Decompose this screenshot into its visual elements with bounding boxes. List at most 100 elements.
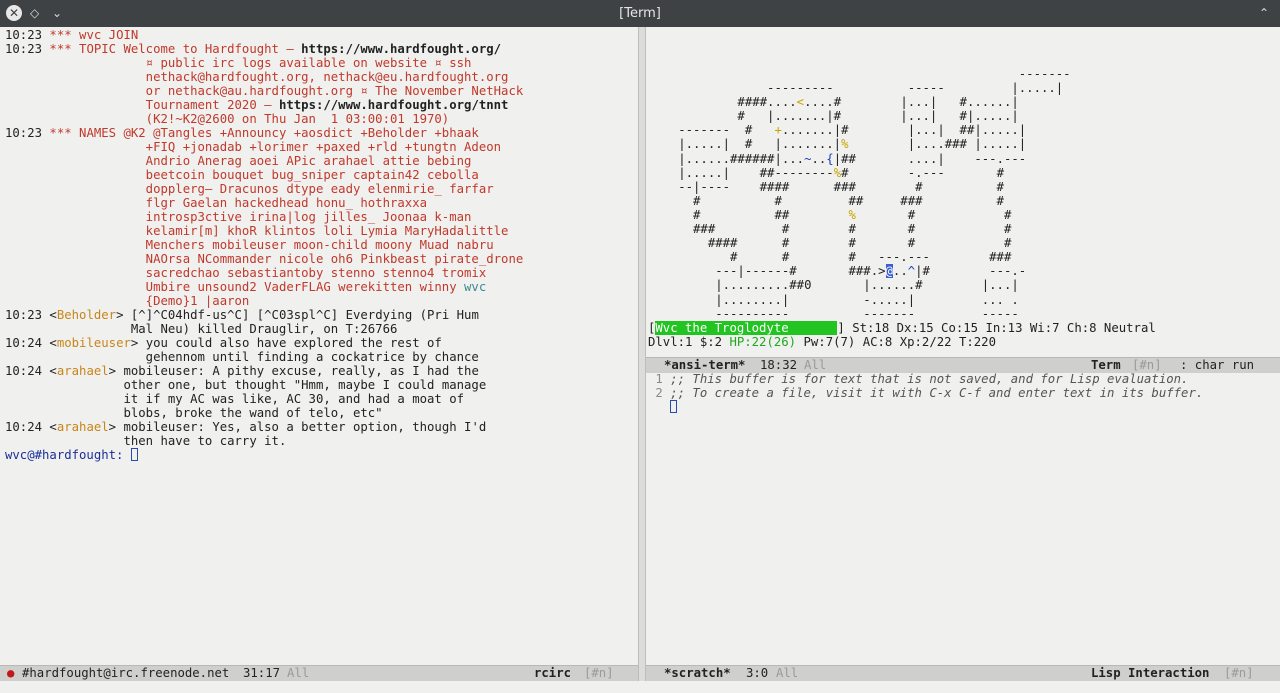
mode-tag: [#n] xyxy=(584,666,614,680)
timestamp: 10:23 xyxy=(5,308,43,322)
term-buffer-name[interactable]: *ansi-term* xyxy=(664,358,745,373)
comment-text: ;; To create a file, visit it with C-x C… xyxy=(670,386,1204,400)
map-glyph: % xyxy=(848,207,856,222)
chevron-up-icon[interactable]: ⌃ xyxy=(1256,5,1272,21)
modeline-term: *ansi-term* 18:32 All Term [#n] : char r… xyxy=(646,357,1280,373)
message-text: other one, but thought "Hmm, maybe I cou… xyxy=(123,378,487,392)
map-row: |.........##0 |......# |...| xyxy=(656,278,1019,293)
map-glyph: @ xyxy=(885,264,893,279)
map-row: # |.......|# |...| #|.....| xyxy=(656,109,1019,124)
irc-line: 10:23 *** TOPIC Welcome to Hardfought – … xyxy=(5,42,501,56)
map-glyph: % xyxy=(833,165,842,180)
irc-line: Andrio Anerag aoei APic arahael attie be… xyxy=(5,154,472,168)
nethack-status-1: [Wvc the Troglodyte] St:18 Dx:15 Co:15 I… xyxy=(648,321,1156,335)
notice-text: ¤ public irc logs available on website ¤… xyxy=(42,56,472,70)
map-row: ------- xyxy=(656,67,1071,81)
text-cursor xyxy=(130,448,138,461)
scratch-mode[interactable]: Lisp Interaction xyxy=(1091,666,1209,681)
nick[interactable]: Beholder xyxy=(57,308,116,322)
nick[interactable]: arahael xyxy=(57,420,109,434)
map-row: |........| -.....| ... . xyxy=(656,292,1019,307)
map-glyph: ^ xyxy=(907,264,916,279)
timestamp: 10:24 xyxy=(5,336,43,350)
notice-text: beetcoin bouquet bug_sniper captain42 ce… xyxy=(42,168,479,182)
term-time: 18:32 xyxy=(760,358,798,372)
map-row: # # ## ### # xyxy=(656,193,1004,208)
chat-message-line: 10:24 <arahael> mobileuser: Yes, also a … xyxy=(5,420,487,434)
window-divider[interactable] xyxy=(638,27,646,681)
irc-line: introsp3ctive irina|log jilles_ Joonaa k… xyxy=(5,210,472,224)
irc-line: flgr Gaelan hackedhead honu_ hothraxxa xyxy=(5,196,427,210)
timestamp: 10:23 xyxy=(5,42,43,56)
line-number: 2 xyxy=(648,386,663,400)
irc-line: beetcoin bouquet bug_sniper captain42 ce… xyxy=(5,168,479,182)
scratch-buffer-name[interactable]: *scratch* xyxy=(664,666,731,681)
irc-line: Tournament 2020 – https://www.hardfought… xyxy=(5,98,509,112)
map-row: |......######|...~..{|## ....| ---.--- xyxy=(656,151,1027,166)
message-text: you could also have explored the rest of xyxy=(145,336,442,350)
comment-text: ;; This buffer is for text that is not s… xyxy=(670,372,1189,386)
irc-line: sacredchao sebastiantoby stenno stenno4 … xyxy=(5,266,487,280)
notice-text: NAOrsa NCommander nicole oh6 Pinkbeast p… xyxy=(42,252,524,266)
notice-text: Menchers mobileuser moon-child moony Mua… xyxy=(42,238,494,252)
topic-link[interactable]: https://www.hardfought.org/tnnt xyxy=(279,98,509,112)
map-glyph: { xyxy=(826,151,834,166)
message-text: [^]^C04hdf-us^C] [^C03spl^C] Everdying (… xyxy=(130,308,479,322)
map-row: |.....| # |.......|% |....### |.....| xyxy=(656,137,1027,152)
modeline-scratch: *scratch* 3:0 All Lisp Interaction [#n] xyxy=(646,665,1280,681)
notice-text: dopplerg– Dracunos dtype eady elenmirie_… xyxy=(42,182,494,196)
notice-text: sacredchao sebastiantoby stenno stenno4 … xyxy=(42,266,487,280)
irc-line: +FIQ +jonadab +lorimer +paxed +rld +tung… xyxy=(5,140,501,154)
notice-text: *** wvc JOIN xyxy=(42,28,139,42)
timestamp: 10:23 xyxy=(5,28,43,42)
map-glyph: < xyxy=(796,95,805,110)
message-text: then have to carry it. xyxy=(123,434,287,448)
notice-text: Tournament 2020 – xyxy=(42,98,279,112)
topic-link[interactable]: https://www.hardfought.org/ xyxy=(301,42,501,56)
irc-line: ¤ public irc logs available on website ¤… xyxy=(5,56,472,70)
notice-text: Andrio Anerag aoei APic arahael attie be… xyxy=(42,154,472,168)
timestamp: 10:24 xyxy=(5,364,43,378)
line-number: 1 xyxy=(648,372,663,386)
status-rest: Pw:7(7) AC:8 Xp:2/22 T:220 xyxy=(796,335,996,349)
text-cursor xyxy=(670,400,678,413)
message-text: mobileuser: A pithy excuse, really, as I… xyxy=(123,364,479,378)
notice-text: {Demo}1 |aaron xyxy=(42,294,250,308)
message-text: gehennom until finding a cockatrice by c… xyxy=(145,350,479,364)
buffer-name[interactable]: #hardfought@irc.freenode.net xyxy=(22,666,229,681)
scratch-scroll: All xyxy=(776,666,799,680)
map-row: ---------- ------- ----- xyxy=(656,306,1019,321)
term-mode[interactable]: Term xyxy=(1091,358,1121,373)
notice-text: Umbire unsound2 VaderFLAG werekitten win… xyxy=(42,280,465,294)
nethack-map[interactable]: ------- --------- ----- |.....| ####....… xyxy=(656,67,1071,321)
notice-text: introsp3ctive irina|log jilles_ Joonaa k… xyxy=(42,210,472,224)
scroll-position: All xyxy=(287,666,310,680)
irc-buffer[interactable]: 10:23 *** wvc JOIN 10:23 *** TOPIC Welcom… xyxy=(5,28,637,664)
map-row: ---|------# ###.>@..^|# ---.- xyxy=(656,264,1027,279)
character-name: Wvc the Troglodyte xyxy=(655,321,838,335)
map-glyph: ~ xyxy=(804,151,812,166)
map-row: |.....| ##--------%# -.--- # xyxy=(656,165,1004,180)
map-row: --------- ----- |.....| xyxy=(656,81,1064,96)
irc-line: Menchers mobileuser moon-child moony Mua… xyxy=(5,238,494,252)
scratch-position: 3:0 xyxy=(746,666,769,680)
irc-prompt-line[interactable]: wvc@#hardfought: xyxy=(5,448,138,462)
chat-message-line: other one, but thought "Hmm, maybe I cou… xyxy=(5,378,486,392)
major-mode[interactable]: rcirc xyxy=(534,666,571,681)
map-row: # # # ---.--- ### xyxy=(656,250,1012,265)
scratch-tag: [#n] xyxy=(1224,666,1254,680)
irc-line: 10:23 *** NAMES @K2 @Tangles +Announcy +… xyxy=(5,126,479,140)
nick[interactable]: arahael xyxy=(57,364,109,378)
scratch-buffer[interactable]: 1 ;; This buffer is for text that is not… xyxy=(648,372,1278,662)
notice-text: +FIQ +jonadab +lorimer +paxed +rld +tung… xyxy=(42,140,502,154)
scratch-line: 2 ;; To create a file, visit it with C-x… xyxy=(648,386,1203,400)
timestamp: 10:24 xyxy=(5,420,43,434)
map-row: # ## % # # xyxy=(656,207,1012,222)
notice-text: or nethack@au.hardfought.org ¤ The Novem… xyxy=(42,84,524,98)
map-row: #### # # # # xyxy=(656,236,1012,251)
cursor-position: 31:17 xyxy=(243,666,281,680)
term-scroll: All xyxy=(804,358,827,372)
message-text: blobs, broke the wand of telo, etc" xyxy=(123,406,383,420)
minibuffer[interactable] xyxy=(0,681,1280,693)
nick[interactable]: mobileuser xyxy=(57,336,131,350)
